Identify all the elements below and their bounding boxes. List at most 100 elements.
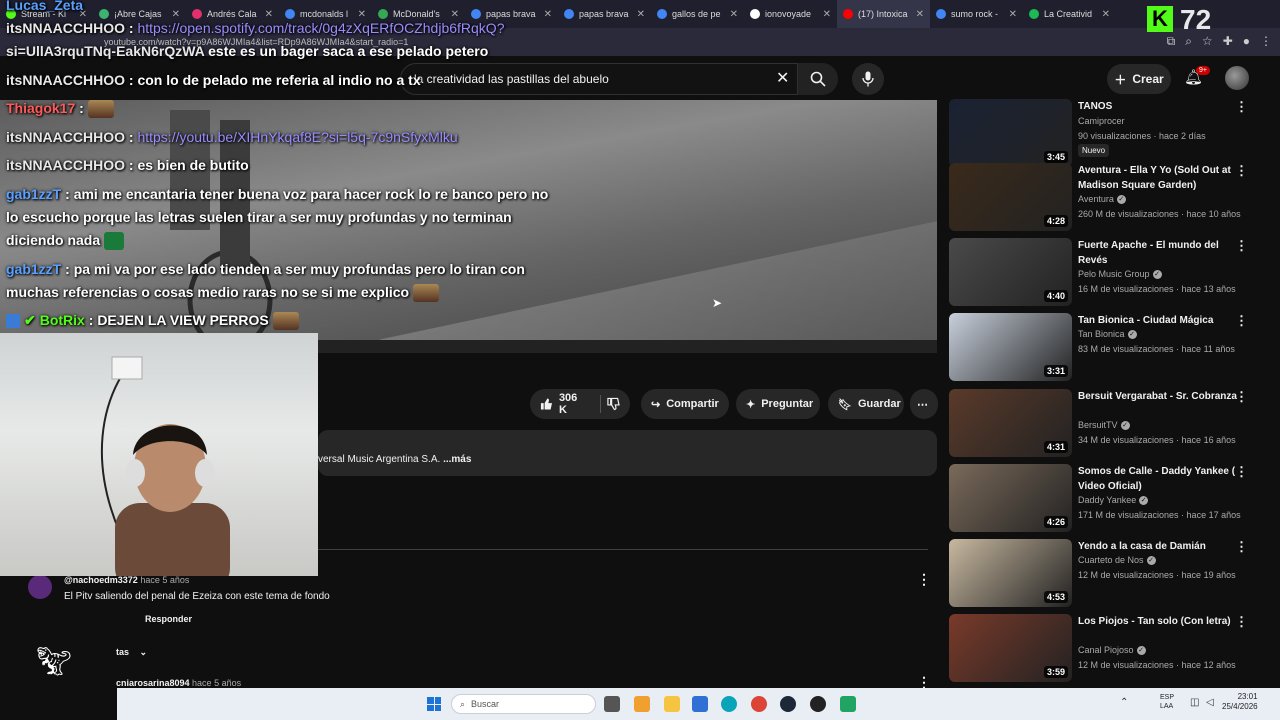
close-tab-icon[interactable]: ✕: [730, 9, 738, 20]
video-title[interactable]: TANOS: [1078, 99, 1243, 114]
save-button[interactable]: 🔖︎ Guardar: [828, 389, 904, 419]
browser-tab[interactable]: papas brava ✕: [558, 0, 651, 28]
comment-menu-icon[interactable]: ⋮: [917, 571, 931, 588]
search-button[interactable]: [798, 63, 838, 95]
chat-username[interactable]: Lucas_Zeta: [6, 0, 83, 13]
description-text[interactable]: versal Music Argentina S.A. ...más: [318, 454, 471, 465]
app-icon[interactable]: [810, 696, 826, 712]
recommended-video[interactable]: 4:28 Aventura - Ella Y Yo (Sold Out at Ma…: [949, 163, 1279, 233]
chat-username[interactable]: gab1zzT: [6, 186, 61, 202]
excel-icon[interactable]: [840, 696, 856, 712]
video-thumbnail[interactable]: 4:31: [949, 389, 1072, 457]
channel-name[interactable]: Canal Piojoso ✓: [1078, 645, 1146, 656]
recommended-video[interactable]: 3:45 TANOS Camiprocer 90 visualizaciones · …: [949, 99, 1279, 169]
network-icon[interactable]: ◫: [1190, 697, 1199, 708]
browser-tab[interactable]: gallos de pe ✕: [651, 0, 744, 28]
more-actions-button[interactable]: ⋯: [910, 389, 938, 419]
input-language[interactable]: ESP LAA: [1160, 693, 1174, 711]
channel-name[interactable]: Camiprocer: [1078, 116, 1125, 126]
browser-tab[interactable]: (17) Intoxica ✕: [837, 0, 930, 28]
taskbar-clock[interactable]: 23:01 25/4/2026: [1222, 692, 1258, 712]
channel-name[interactable]: Aventura ✓: [1078, 194, 1126, 205]
clear-search-icon[interactable]: ✕: [776, 68, 789, 88]
recommended-video[interactable]: 3:31 Tan Bionica - Ciudad Mágica Tan Bioni…: [949, 313, 1279, 383]
video-title[interactable]: Tan Bionica - Ciudad Mágica: [1078, 313, 1243, 328]
chat-username[interactable]: itsNNAACCHHOO: [6, 72, 125, 88]
create-button[interactable]: ＋ Crear: [1107, 64, 1171, 94]
file-explorer-icon[interactable]: [664, 696, 680, 712]
browser-tab[interactable]: La Creativid ✕: [1023, 0, 1116, 28]
video-menu-icon[interactable]: ⋮: [1235, 313, 1248, 329]
browser-tab[interactable]: sumo rock - ✕: [930, 0, 1023, 28]
video-menu-icon[interactable]: ⋮: [1235, 389, 1248, 405]
video-menu-icon[interactable]: ⋮: [1235, 163, 1248, 179]
close-tab-icon[interactable]: ✕: [823, 9, 831, 20]
taskbar-search[interactable]: ⌕ Buscar: [451, 694, 596, 714]
channel-name[interactable]: Cuarteto de Nos ✓: [1078, 555, 1156, 566]
channel-name[interactable]: Daddy Yankee ✓: [1078, 495, 1149, 506]
description-box[interactable]: [318, 430, 937, 476]
recommended-video[interactable]: 4:31 Bersuit Vergarabat - Sr. Cobranza Ber…: [949, 389, 1279, 459]
video-title[interactable]: Yendo a la casa de Damián: [1078, 539, 1243, 554]
video-title[interactable]: Somos de Calle - Daddy Yankee ( Video Of…: [1078, 464, 1243, 494]
ask-button[interactable]: ✦ Preguntar: [736, 389, 820, 419]
volume-icon[interactable]: ◁: [1206, 697, 1214, 708]
bookmark-star-icon[interactable]: ☆: [1202, 34, 1213, 49]
chat-username[interactable]: BotRix: [40, 312, 85, 328]
profile-icon[interactable]: ●: [1243, 34, 1250, 49]
show-more-link[interactable]: ...más: [443, 454, 471, 465]
video-title[interactable]: Los Piojos - Tan solo (Con letra): [1078, 614, 1243, 629]
video-thumbnail[interactable]: 3:31: [949, 313, 1072, 381]
comment-avatar[interactable]: [28, 575, 52, 599]
extensions-icon[interactable]: ✚: [1223, 34, 1233, 49]
comment2-username[interactable]: cniarosarina8094: [116, 678, 190, 688]
edge-icon[interactable]: [721, 696, 737, 712]
channel-name[interactable]: Tan Bionica ✓: [1078, 329, 1137, 340]
thumbs-down-icon[interactable]: [607, 397, 620, 411]
store-icon[interactable]: [692, 696, 708, 712]
channel-name[interactable]: BersuitTV ✓: [1078, 420, 1130, 431]
video-menu-icon[interactable]: ⋮: [1235, 614, 1248, 630]
copilot-icon[interactable]: [634, 696, 650, 712]
account-avatar[interactable]: [1225, 66, 1249, 90]
install-icon[interactable]: ⧉: [1167, 34, 1176, 49]
search-query-text[interactable]: la creatividad las pastillas del abuelo: [414, 72, 609, 86]
video-title[interactable]: Fuerte Apache - El mundo del Revés: [1078, 238, 1243, 268]
channel-name[interactable]: Pelo Music Group ✓: [1078, 269, 1162, 280]
video-menu-icon[interactable]: ⋮: [1235, 464, 1248, 480]
windows-start-icon[interactable]: [427, 697, 441, 711]
chat-username[interactable]: itsNNAACCHHOO: [6, 20, 125, 36]
video-thumbnail[interactable]: 4:26: [949, 464, 1072, 532]
video-title[interactable]: Bersuit Vergarabat - Sr. Cobranza: [1078, 389, 1243, 404]
video-menu-icon[interactable]: ⋮: [1235, 238, 1248, 254]
recommended-video[interactable]: 4:53 Yendo a la casa de Damián Cuarteto de…: [949, 539, 1279, 609]
recommended-video[interactable]: 4:26 Somos de Calle - Daddy Yankee ( Vide…: [949, 464, 1279, 534]
recommended-video[interactable]: 4:40 Fuerte Apache - El mundo del Revés Pe…: [949, 238, 1279, 308]
close-tab-icon[interactable]: ✕: [1102, 9, 1110, 20]
reply-button[interactable]: Responder: [145, 614, 192, 624]
zoom-icon[interactable]: ⌕: [1185, 34, 1192, 49]
video-thumbnail[interactable]: 4:53: [949, 539, 1072, 607]
like-button[interactable]: 306 K: [530, 389, 630, 419]
chat-username[interactable]: itsNNAACCHHOO: [6, 129, 125, 145]
video-title[interactable]: Aventura - Ella Y Yo (Sold Out at Madiso…: [1078, 163, 1243, 193]
chat-link[interactable]: https://open.spotify.com/track/0g4zXqERf…: [137, 20, 504, 36]
close-tab-icon[interactable]: ✕: [544, 9, 552, 20]
video-thumbnail[interactable]: 4:40: [949, 238, 1072, 306]
comment-author[interactable]: @nachoedm3372 hace 5 años: [64, 575, 189, 585]
chat-username[interactable]: si=UllA3rquTNq-EakN6rQzWA: [6, 43, 204, 59]
comment-username[interactable]: @nachoedm3372: [64, 575, 138, 585]
browser-tab[interactable]: ionovoyade ✕: [744, 0, 837, 28]
share-button[interactable]: ↪ Compartir: [641, 389, 729, 419]
video-thumbnail[interactable]: 3:59: [949, 614, 1072, 682]
video-thumbnail[interactable]: 3:45: [949, 99, 1072, 167]
chat-link[interactable]: https://youtu.be/XIHnYkqaf8E?si=l5q-7c9n…: [137, 129, 457, 145]
steam-icon[interactable]: [780, 696, 796, 712]
comment2-author[interactable]: cniarosarina8094 hace 5 años: [116, 678, 241, 688]
view-replies-button[interactable]: tas ⌄: [116, 647, 147, 658]
chat-username[interactable]: itsNNAACCHHOO: [6, 157, 125, 173]
video-menu-icon[interactable]: ⋮: [1235, 99, 1248, 115]
close-tab-icon[interactable]: ✕: [916, 9, 924, 20]
video-menu-icon[interactable]: ⋮: [1235, 539, 1248, 555]
chat-username[interactable]: Thiagok17: [6, 100, 75, 116]
